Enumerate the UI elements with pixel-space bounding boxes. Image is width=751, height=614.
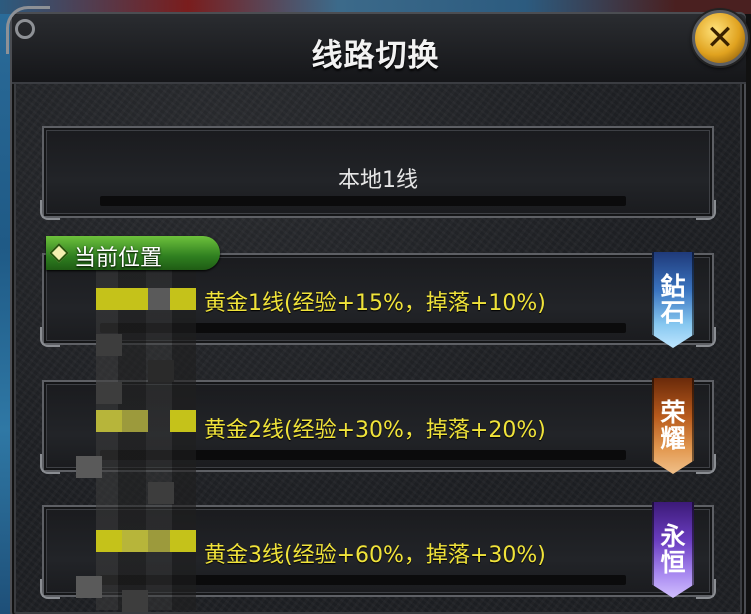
dialog-title: 线路切换 (311, 38, 440, 74)
close-x-icon: ✕ (705, 18, 735, 58)
badge-char: 永 (660, 521, 686, 551)
diamond-badge: 鉆 石 (652, 252, 694, 348)
badge-char: 恒 (660, 548, 686, 577)
badge-char: 鉆 (660, 271, 686, 301)
diamond-marker-icon (49, 243, 69, 263)
row-shadow (100, 196, 626, 206)
badge-char: 耀 (660, 424, 686, 453)
badge-char: 石 (660, 298, 686, 327)
badge-char: 荣 (660, 397, 686, 427)
server-line-label: 黄金3线(经验+60%，掉落+30%) (204, 543, 546, 568)
forever-badge: 永 恒 (652, 502, 694, 598)
server-line-label: 黄金1线(经验+15%，掉落+10%) (204, 291, 546, 316)
close-button[interactable]: ✕ (692, 10, 748, 66)
honor-badge: 荣 耀 (652, 378, 694, 474)
server-line-label: 黄金2线(经验+30%，掉落+20%) (204, 418, 546, 443)
server-line-local[interactable]: 本地1线 (40, 126, 716, 220)
current-position-label: 当前位置 (74, 246, 163, 271)
current-position-tag: 当前位置 (46, 236, 220, 271)
server-line-label: 本地1线 (338, 168, 418, 193)
